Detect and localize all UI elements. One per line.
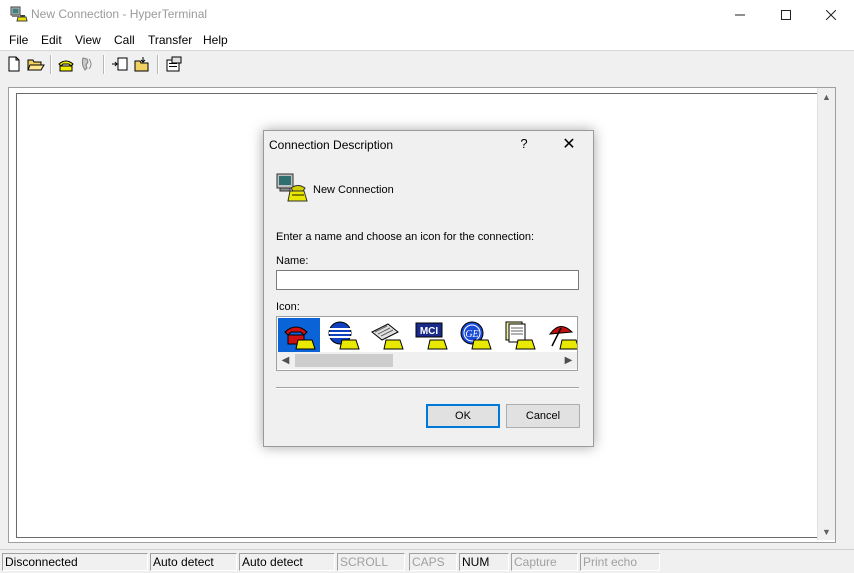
menu-bar: File Edit View Call Transfer Help: [0, 30, 854, 50]
icon-label: Icon:: [276, 301, 300, 313]
maximize-button[interactable]: [763, 0, 809, 30]
receive-file-icon: [134, 57, 149, 72]
connection-description-dialog: Connection Description ? ✕ New Connectio…: [263, 130, 594, 447]
toolbar-separator: [157, 55, 159, 74]
documents-icon: [505, 321, 536, 350]
status-bar: Disconnected Auto detect Auto detect SCR…: [0, 549, 854, 573]
scroll-left-icon[interactable]: ◀: [277, 352, 294, 369]
status-connection: Disconnected: [2, 553, 148, 571]
send-file-icon: [112, 57, 128, 71]
globe-stripes-icon: [328, 321, 360, 350]
menu-help[interactable]: Help: [203, 33, 228, 47]
cancel-button[interactable]: Cancel: [506, 404, 580, 428]
open-folder-icon: [27, 59, 45, 71]
ge-text: GE: [465, 329, 478, 340]
menu-transfer[interactable]: Transfer: [148, 33, 192, 47]
scroll-right-icon[interactable]: ▶: [560, 352, 577, 369]
vertical-scrollbar[interactable]: ▲ ▼: [817, 88, 835, 540]
ok-button[interactable]: OK: [426, 404, 500, 428]
status-num: NUM: [459, 553, 509, 571]
status-print-echo: Print echo: [580, 553, 660, 571]
scroll-down-icon[interactable]: ▼: [818, 523, 835, 540]
properties-icon: [166, 56, 182, 72]
phone-disconnect-icon: [81, 57, 92, 71]
name-input[interactable]: [276, 270, 579, 290]
help-button[interactable]: ?: [514, 136, 534, 156]
phone-call-icon: [58, 60, 74, 72]
dialog-close-button[interactable]: ✕: [556, 134, 582, 156]
icon-option-red-phone[interactable]: [278, 318, 320, 352]
status-caps: CAPS: [409, 553, 457, 571]
icon-option-ge[interactable]: GE: [454, 318, 496, 352]
menu-call[interactable]: Call: [114, 33, 135, 47]
menu-edit[interactable]: Edit: [41, 33, 62, 47]
title-bar: New Connection - HyperTerminal: [0, 0, 854, 30]
instruction-text: Enter a name and choose an icon for the …: [276, 231, 535, 243]
menu-file[interactable]: File: [9, 33, 28, 47]
toolbar-separator: [103, 55, 105, 74]
icon-option-umbrella[interactable]: [542, 318, 577, 352]
menu-view[interactable]: View: [75, 33, 101, 47]
ge-icon: GE: [460, 321, 492, 350]
scroll-thumb[interactable]: [295, 354, 393, 367]
minimize-button[interactable]: [717, 0, 763, 30]
connection-icon: [276, 171, 308, 203]
status-detect-2: Auto detect: [239, 553, 335, 571]
status-detect-1: Auto detect: [150, 553, 237, 571]
scroll-up-icon[interactable]: ▲: [818, 88, 835, 105]
disconnect-button[interactable]: [78, 55, 98, 73]
send-button[interactable]: [110, 55, 130, 73]
close-button[interactable]: [808, 0, 854, 30]
new-file-icon: [8, 56, 20, 72]
hyperterminal-app-icon[interactable]: [10, 6, 28, 22]
maximize-icon: [781, 10, 791, 20]
connection-name-text: New Connection: [313, 184, 394, 196]
status-capture: Capture: [511, 553, 578, 571]
icon-option-fax[interactable]: [366, 318, 408, 352]
dialog-divider: [276, 387, 579, 389]
toolbar: [0, 50, 854, 80]
call-button[interactable]: [56, 55, 76, 73]
icon-horizontal-scrollbar[interactable]: ◀ ▶: [277, 352, 577, 369]
fax-machine-icon: [371, 323, 404, 350]
minimize-icon: [735, 14, 745, 16]
icon-option-globe-stripes[interactable]: [322, 318, 364, 352]
name-label: Name:: [276, 255, 309, 267]
properties-button[interactable]: [164, 55, 184, 73]
icon-option-mci[interactable]: MCI: [410, 318, 452, 352]
window-title: New Connection - HyperTerminal: [31, 7, 208, 21]
close-icon: [826, 10, 836, 20]
umbrella-icon: [548, 326, 577, 350]
toolbar-separator: [50, 55, 52, 74]
receive-button[interactable]: [133, 55, 153, 73]
icon-option-documents[interactable]: [498, 318, 540, 352]
status-scroll: SCROLL: [337, 553, 405, 571]
mci-icon: MCI: [415, 322, 448, 350]
red-phone-icon: [284, 326, 316, 350]
new-connection-button[interactable]: [4, 55, 24, 73]
icon-list[interactable]: MCI GE ◀ ▶: [276, 316, 578, 371]
open-button[interactable]: [26, 55, 46, 73]
dialog-title: Connection Description: [269, 138, 394, 152]
mci-text: MCI: [420, 326, 439, 337]
